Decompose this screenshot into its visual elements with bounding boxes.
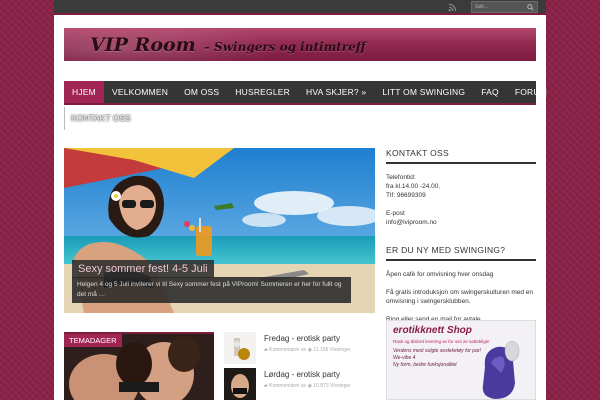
- featured-title[interactable]: Sexy sommer fest! 4-5 Juli: [72, 260, 214, 278]
- post-views: 10.873 Visninger: [313, 383, 351, 389]
- secondary-nav: KONTAKT OSS: [64, 107, 131, 130]
- post-list: Fredag - erotisk party ▰ Kommentarer av …: [224, 332, 375, 400]
- contact-email-label: E-post: [386, 210, 405, 217]
- contact-phone-label: Telefontid:: [386, 174, 416, 181]
- sidebar: KONTAKT OSS Telefontid: fra kl.14.00 -24…: [386, 148, 536, 324]
- site-header: VIP Room – Swingers og intimtreff: [64, 28, 536, 61]
- search-input[interactable]: Søk...: [471, 1, 538, 13]
- post-meta: ▰ Kommentarer av ◉ 11.165 Visninger: [264, 347, 350, 353]
- list-item[interactable]: Lørdag - erotisk party ▰ Kommentarer av …: [224, 368, 375, 400]
- nav-item-hjem[interactable]: HJEM: [64, 81, 104, 103]
- featured-slider[interactable]: Sexy sommer fest! 4-5 Juli Helgen 4 og 5…: [64, 148, 375, 313]
- logo-main: VIP Room: [90, 34, 196, 56]
- list-item[interactable]: Fredag - erotisk party ▰ Kommentarer av …: [224, 332, 375, 368]
- search-placeholder: Søk...: [475, 4, 489, 10]
- contact-email[interactable]: info@iviproom.no: [386, 218, 536, 227]
- product-image: [482, 340, 520, 399]
- rss-icon[interactable]: [448, 3, 457, 12]
- contact-phone: Tlf: 96699309: [386, 192, 426, 199]
- post-title[interactable]: Lørdag - erotisk party: [264, 370, 340, 379]
- featured-excerpt: Helgen 4 og 5 Juli inviterer vi til Sexy…: [72, 277, 351, 303]
- post-thumbnail[interactable]: [224, 368, 256, 400]
- nav-item-husregler[interactable]: HUSREGLER: [227, 81, 298, 103]
- newbie-text-2: Få gratis introduksjon om swingerskultur…: [386, 289, 534, 305]
- tema-section[interactable]: TEMADAGER: [64, 332, 214, 400]
- nav-item-om-oss[interactable]: OM OSS: [176, 81, 227, 103]
- nav-item-kontakt-oss[interactable]: KONTAKT OSS: [71, 107, 131, 130]
- nav-item-hva-skjer[interactable]: HVA SKJER? »: [298, 81, 374, 103]
- search-icon[interactable]: [527, 4, 534, 11]
- tema-label: TEMADAGER: [64, 334, 122, 347]
- post-meta: ▰ Kommentarer av ◉ 10.873 Visninger: [264, 383, 351, 389]
- newbie-heading: ER DU NY MED SWINGING?: [386, 245, 536, 261]
- post-comments[interactable]: Kommentarer av: [269, 383, 306, 389]
- post-comments[interactable]: Kommentarer av: [269, 347, 306, 353]
- nav-item-litt-om-swinging[interactable]: LITT OM SWINGING: [374, 81, 473, 103]
- newbie-text-1: Åpen café for omvisning hver onsdag: [386, 271, 494, 278]
- contact-hours: fra kl.14.00 -24.00.: [386, 183, 441, 190]
- page-container: Søk... VIP Room – Swingers og intimtreff…: [54, 0, 547, 400]
- logo-sub: – Swingers og intimtreff: [203, 40, 366, 54]
- top-bar: Søk...: [54, 0, 546, 15]
- nav-item-forum[interactable]: FORUM: [507, 81, 555, 103]
- main-nav: HJEM VELKOMMEN OM OSS HUSREGLER HVA SKJE…: [64, 81, 547, 105]
- post-title[interactable]: Fredag - erotisk party: [264, 334, 340, 343]
- post-thumbnail[interactable]: [224, 332, 256, 364]
- nav-item-faq[interactable]: FAQ: [473, 81, 507, 103]
- site-logo[interactable]: VIP Room – Swingers og intimtreff: [90, 34, 366, 56]
- nav-item-velkommen[interactable]: VELKOMMEN: [104, 81, 176, 103]
- post-views: 11.165 Visninger: [313, 347, 351, 353]
- contact-heading: KONTAKT OSS: [386, 148, 536, 164]
- shop-banner[interactable]: erotikknett Shop Rask og diskret leverin…: [386, 320, 536, 400]
